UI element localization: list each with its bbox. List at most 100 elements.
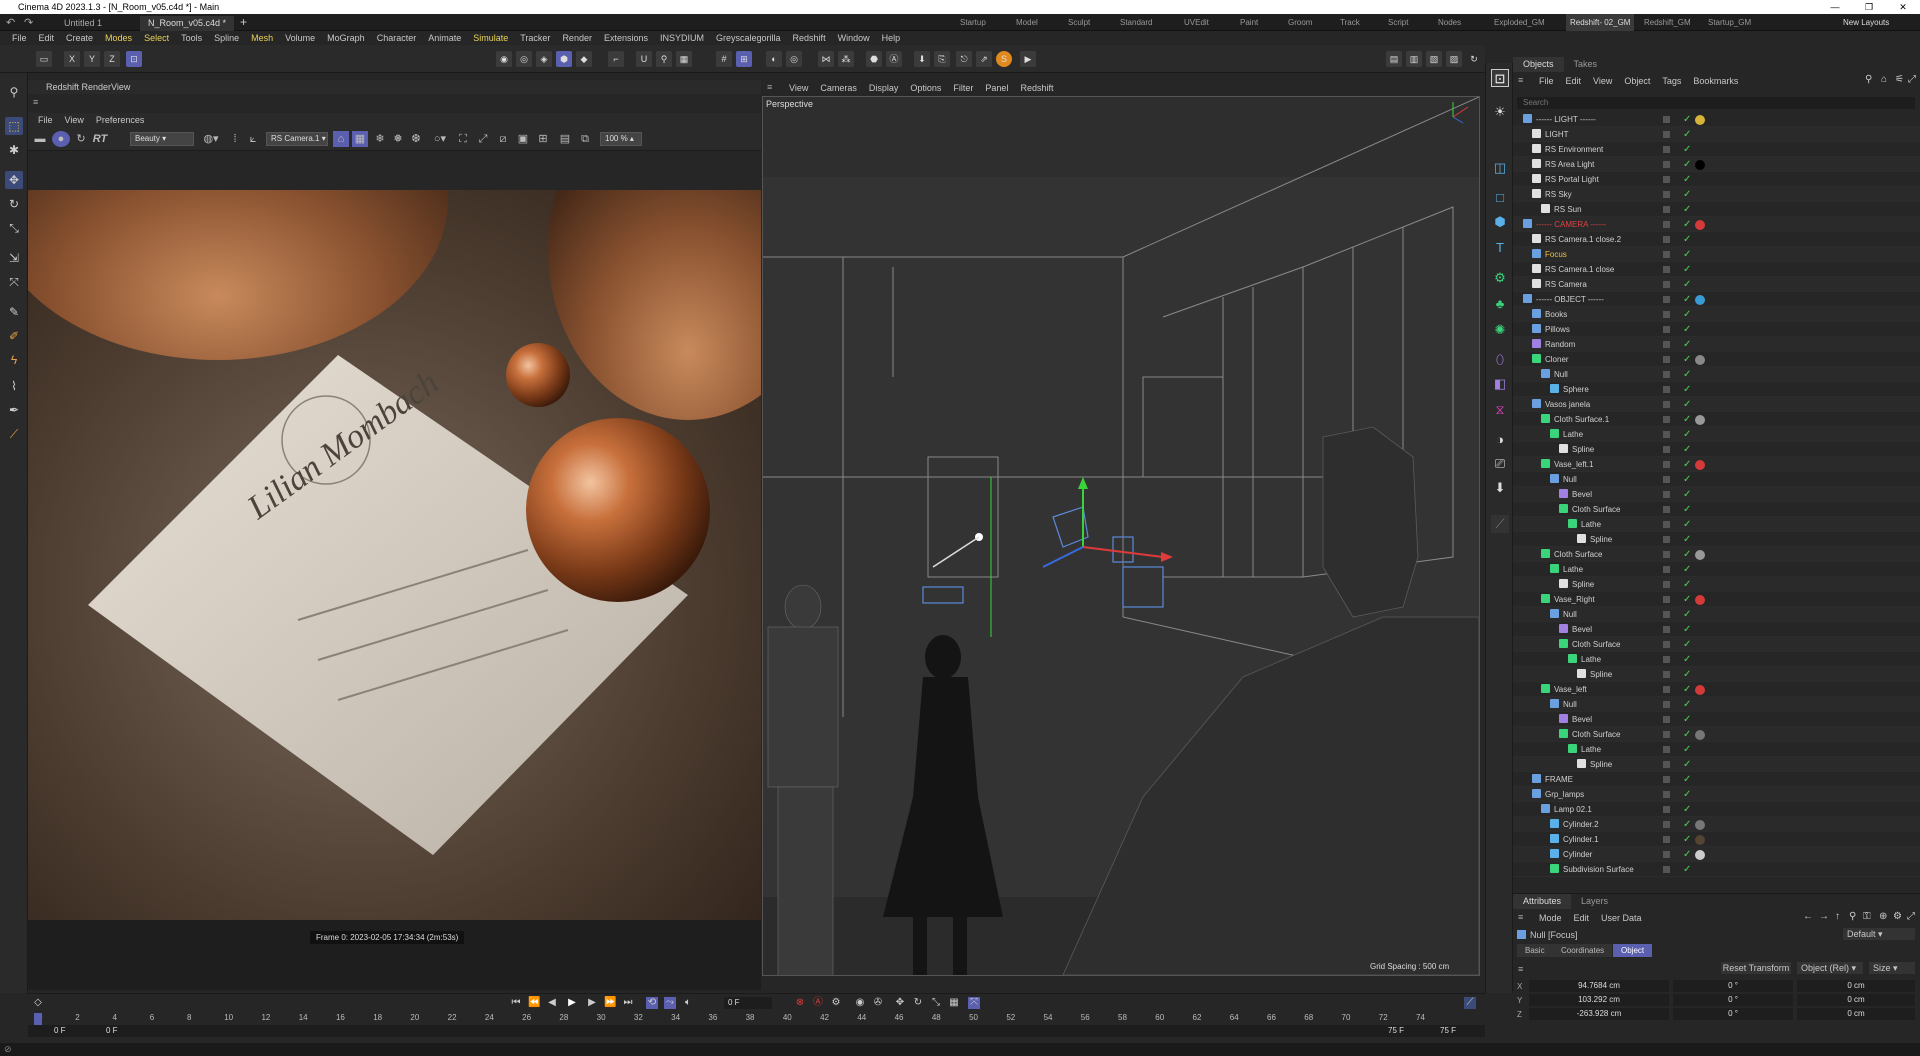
visibility-toggle[interactable]	[1663, 731, 1670, 738]
axis-z-button[interactable]: Z	[104, 51, 120, 67]
material-tag-icon[interactable]	[1695, 835, 1705, 845]
enabled-check-icon[interactable]: ✓	[1683, 322, 1691, 337]
rotate-tool-icon[interactable]: ↻	[5, 195, 23, 213]
current-frame-field[interactable]: 0 F	[724, 997, 772, 1009]
preview-start-field[interactable]: 0 F	[106, 1026, 118, 1035]
menu-item-file[interactable]: File	[6, 31, 33, 45]
menu-item-spline[interactable]: Spline	[208, 31, 245, 45]
save-image-icon[interactable]: ▬	[32, 131, 48, 147]
keyframe-selection-icon[interactable]: ⚙	[830, 997, 842, 1009]
key-param-icon[interactable]: ▦	[948, 997, 960, 1009]
rv-menu-view[interactable]: View	[59, 113, 90, 127]
object-row[interactable]: Null ✓	[1513, 607, 1920, 622]
enabled-check-icon[interactable]: ✓	[1683, 172, 1691, 187]
playhead[interactable]	[34, 1013, 42, 1025]
enabled-check-icon[interactable]: ✓	[1683, 742, 1691, 757]
key-move-icon[interactable]: ✥	[894, 997, 906, 1009]
doc-tab-n-room[interactable]: N_Room_v05.c4d *	[140, 16, 234, 31]
object-row[interactable]: Null ✓	[1513, 697, 1920, 712]
redshift-ipr-icon[interactable]: Ⓐ	[886, 51, 902, 67]
enabled-check-icon[interactable]: ✓	[1683, 772, 1691, 787]
next-frame-icon[interactable]: ▶	[586, 997, 598, 1009]
transfer-tool-icon[interactable]: ⇲	[5, 249, 23, 267]
enabled-check-icon[interactable]: ✓	[1683, 682, 1691, 697]
object-row[interactable]: Null ✓	[1513, 367, 1920, 382]
playback-rate-icon[interactable]: ⤳	[664, 997, 676, 1009]
preview-end-field[interactable]: 75 F	[1388, 1026, 1404, 1035]
rv-menu-file[interactable]: File	[32, 113, 59, 127]
obj-menu-tags[interactable]: Tags	[1656, 74, 1687, 88]
menu-item-mograph[interactable]: MoGraph	[321, 31, 371, 45]
attr-expand-icon[interactable]: ⤢	[1907, 911, 1915, 922]
text-icon[interactable]: T	[1491, 239, 1509, 257]
vp-menu-filter[interactable]: Filter	[947, 80, 979, 96]
object-row[interactable]: Pillows ✓	[1513, 322, 1920, 337]
size-field[interactable]: 0 cm	[1797, 1008, 1915, 1020]
enabled-check-icon[interactable]: ✓	[1683, 187, 1691, 202]
enabled-check-icon[interactable]: ✓	[1683, 337, 1691, 352]
object-row[interactable]: RS Area Light ✓	[1513, 157, 1920, 172]
grid-icon[interactable]: ⊞	[736, 51, 752, 67]
enabled-check-icon[interactable]: ✓	[1683, 247, 1691, 262]
home-icon[interactable]: ⌂	[1881, 74, 1887, 85]
layout-tab-9[interactable]: Nodes	[1434, 14, 1465, 31]
enabled-check-icon[interactable]: ✓	[1683, 517, 1691, 532]
forward-arrow-icon[interactable]: →	[1819, 911, 1829, 922]
coordinate-system-button[interactable]: ⊡	[126, 51, 142, 67]
maximize-button[interactable]: ❐	[1852, 0, 1886, 14]
visibility-toggle[interactable]	[1663, 536, 1670, 543]
snapshot-icon[interactable]: ▣	[516, 131, 530, 147]
attr-search-icon[interactable]: ⚲	[1849, 911, 1856, 922]
enabled-check-icon[interactable]: ✓	[1683, 112, 1691, 127]
enabled-check-icon[interactable]: ✓	[1683, 202, 1691, 217]
visibility-toggle[interactable]	[1663, 446, 1670, 453]
enabled-check-icon[interactable]: ✓	[1683, 382, 1691, 397]
frame-range-bar[interactable]: 0 F 0 F 75 F 75 F	[28, 1025, 1485, 1037]
light-icon[interactable]: ⬇	[1491, 479, 1509, 497]
undo-icon[interactable]: ↶	[6, 16, 15, 29]
grid-overlay-icon[interactable]: ⁞	[228, 131, 242, 147]
menu-item-animate[interactable]: Animate	[422, 31, 467, 45]
aov-select[interactable]: Beauty ▾	[130, 132, 194, 146]
material-tag-icon[interactable]	[1695, 295, 1705, 305]
attr-sub-hamburger-icon[interactable]: ≡	[1518, 964, 1523, 974]
object-row[interactable]: ------ OBJECT ------ ✓	[1513, 292, 1920, 307]
tab-objects[interactable]: Objects	[1513, 57, 1564, 72]
material-tag-icon[interactable]	[1695, 160, 1705, 170]
attr-tab-basic[interactable]: Basic	[1517, 944, 1553, 957]
enabled-check-icon[interactable]: ✓	[1683, 277, 1691, 292]
effector-icon[interactable]: ✺	[1491, 321, 1509, 339]
rotation-field[interactable]: 0 °	[1673, 994, 1793, 1006]
filter-icon[interactable]: ⚟	[1895, 74, 1904, 85]
new-layouts-button[interactable]: New Layouts	[1843, 16, 1889, 30]
histogram-icon[interactable]: ▤	[558, 131, 572, 147]
add-snapshot-icon[interactable]: ⊞	[536, 131, 550, 147]
menu-item-character[interactable]: Character	[371, 31, 423, 45]
object-row[interactable]: FRAME ✓	[1513, 772, 1920, 787]
move-tool-icon[interactable]: ✥	[5, 171, 23, 189]
visibility-toggle[interactable]	[1663, 626, 1670, 633]
enabled-check-icon[interactable]: ✓	[1683, 667, 1691, 682]
enabled-check-icon[interactable]: ✓	[1683, 757, 1691, 772]
layout-tab-0[interactable]: Startup	[956, 14, 990, 31]
menu-item-render[interactable]: Render	[556, 31, 598, 45]
enabled-check-icon[interactable]: ✓	[1683, 457, 1691, 472]
sound-icon[interactable]: 🔈︎	[682, 997, 694, 1009]
settings-icon[interactable]: ⚙	[1893, 911, 1902, 922]
visibility-toggle[interactable]	[1663, 791, 1670, 798]
visibility-toggle[interactable]	[1663, 476, 1670, 483]
snowflake-icon[interactable]: ❄	[373, 131, 387, 147]
start-frame-field[interactable]: 0 F	[54, 1026, 66, 1035]
visibility-toggle[interactable]	[1663, 656, 1670, 663]
visibility-toggle[interactable]	[1663, 776, 1670, 783]
obj-menu-bookmarks[interactable]: Bookmarks	[1687, 74, 1744, 88]
enabled-check-icon[interactable]: ✓	[1683, 652, 1691, 667]
object-row[interactable]: Cylinder ✓	[1513, 847, 1920, 862]
polygon-pen-icon[interactable]: ✒	[5, 401, 23, 419]
object-row[interactable]: LIGHT ✓	[1513, 127, 1920, 142]
timeline-curve-icon[interactable]: ⟋	[1464, 997, 1476, 1009]
visibility-toggle[interactable]	[1663, 551, 1670, 558]
object-row[interactable]: Lathe ✓	[1513, 427, 1920, 442]
enabled-check-icon[interactable]: ✓	[1683, 142, 1691, 157]
menu-item-extensions[interactable]: Extensions	[598, 31, 654, 45]
